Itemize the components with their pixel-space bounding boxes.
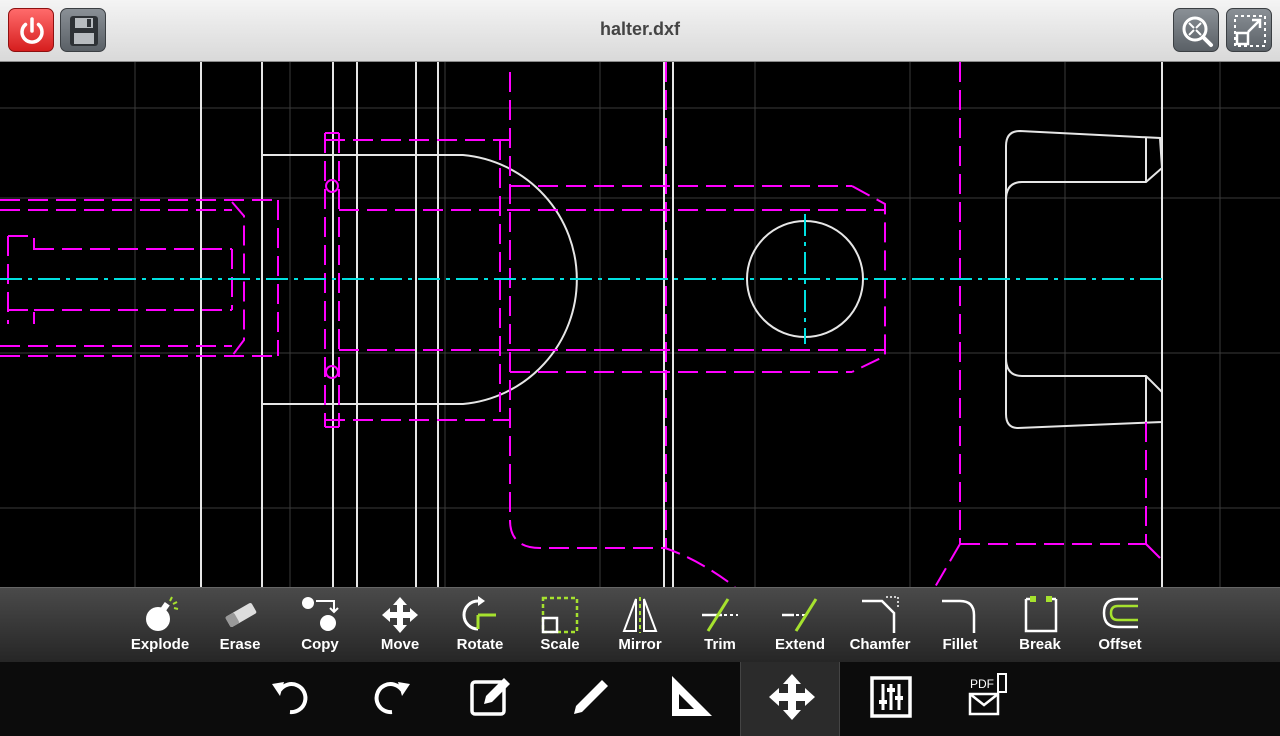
zoom-extents-icon — [1182, 16, 1213, 47]
redo-icon — [374, 682, 410, 715]
tool-chamfer[interactable]: Chamfer — [840, 588, 920, 662]
zoom-extents-button[interactable] — [1173, 8, 1219, 52]
tool-fillet[interactable]: Fillet — [920, 588, 1000, 662]
undo-icon — [272, 682, 308, 715]
edit-button[interactable] — [440, 662, 540, 736]
tool-mirror[interactable]: Mirror — [600, 588, 680, 662]
title-bar: halter.dxf — [0, 0, 1280, 62]
fullscreen-icon — [1234, 15, 1266, 47]
trim-icon — [702, 598, 738, 632]
drawing-canvas[interactable] — [0, 62, 1280, 588]
offset-icon — [1102, 597, 1138, 629]
fullscreen-button[interactable] — [1226, 8, 1272, 52]
mirror-icon — [622, 597, 658, 633]
pdf-export-icon: PDF — [968, 673, 1007, 716]
redo-button[interactable] — [340, 662, 440, 736]
tool-rotate[interactable]: Rotate — [440, 588, 520, 662]
window-title: halter.dxf — [599, 19, 681, 39]
bomb-icon — [146, 596, 179, 631]
copy-icon — [302, 597, 339, 631]
export-pdf-button[interactable]: PDF — [940, 662, 1040, 736]
svg-text:PDF: PDF — [970, 677, 994, 691]
rotate-icon — [462, 596, 496, 631]
tool-trim[interactable]: Trim — [680, 588, 760, 662]
tool-extend[interactable]: Extend — [760, 588, 840, 662]
undo-button[interactable] — [240, 662, 340, 736]
break-icon — [1024, 596, 1058, 633]
cad-drawing — [0, 62, 1280, 588]
tool-offset[interactable]: Offset — [1080, 588, 1160, 662]
tool-copy[interactable]: Copy — [280, 588, 360, 662]
tool-explode[interactable]: Explode — [120, 588, 200, 662]
tool-move[interactable]: Move — [360, 588, 440, 662]
settings-button[interactable] — [840, 662, 940, 736]
sliders-icon — [870, 676, 912, 718]
scale-icon — [541, 596, 579, 634]
grid — [0, 62, 1280, 587]
measure-button[interactable] — [640, 662, 740, 736]
move-arrows-icon — [769, 674, 815, 720]
main-toolbar: PDF — [0, 662, 1280, 736]
tool-break[interactable]: Break — [1000, 588, 1080, 662]
move-arrows-icon — [382, 597, 418, 633]
extend-icon — [782, 598, 818, 632]
set-square-icon — [672, 676, 712, 716]
pencil-icon — [574, 680, 608, 714]
draw-button[interactable] — [540, 662, 640, 736]
modify-button[interactable] — [740, 662, 840, 736]
modify-toolbar: Explode Erase Copy Move Rotate Scale Mir… — [0, 587, 1280, 662]
tool-scale[interactable]: Scale — [520, 588, 600, 662]
eraser-icon — [225, 603, 257, 627]
tool-erase[interactable]: Erase — [200, 588, 280, 662]
edit-icon — [470, 678, 510, 716]
chamfer-icon — [862, 596, 899, 633]
fillet-icon — [942, 599, 976, 633]
cyan-centerlines — [0, 214, 1162, 344]
